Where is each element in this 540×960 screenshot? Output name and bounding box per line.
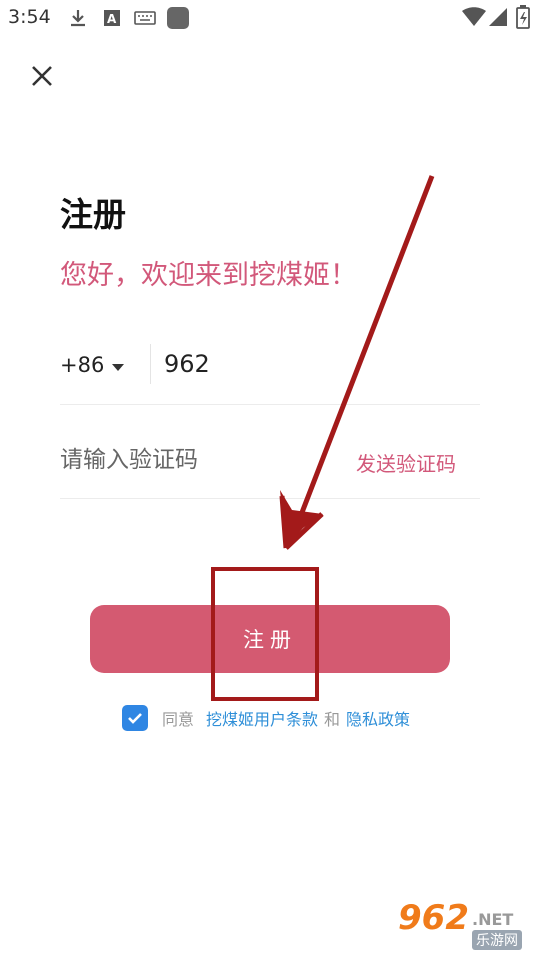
- welcome-message: 您好，欢迎来到挖煤姬！: [60, 260, 357, 291]
- verify-code-row: 发送验证码: [60, 424, 480, 499]
- page-title: 注册: [60, 195, 126, 234]
- font-icon: A: [103, 8, 121, 32]
- country-code-selector[interactable]: +86: [60, 350, 125, 380]
- watermark-number: 962: [398, 898, 469, 938]
- watermark-logo: 962 .NET 乐游网: [398, 898, 530, 952]
- status-time: 3:54: [8, 6, 51, 28]
- svg-text:A: A: [107, 12, 117, 26]
- keyboard-icon: [134, 8, 156, 32]
- agreement-and: 和: [324, 710, 341, 729]
- country-code-label: +86: [60, 353, 105, 377]
- status-bar: 3:54 A: [0, 0, 540, 36]
- agreement-row: 同意 挖煤姬用户条款 和 隐私政策: [122, 704, 410, 732]
- close-icon: [30, 64, 54, 92]
- verify-code-input[interactable]: [60, 442, 330, 478]
- app-square-icon: [166, 6, 190, 34]
- wifi-icon: [462, 7, 486, 31]
- battery-icon: [516, 5, 530, 33]
- agreement-checkbox[interactable]: [122, 705, 148, 731]
- watermark-net: .NET: [472, 910, 514, 929]
- divider: [150, 344, 151, 384]
- watermark-cn: 乐游网: [472, 930, 522, 950]
- signal-icon: [488, 7, 508, 31]
- close-button[interactable]: [24, 60, 60, 96]
- privacy-link[interactable]: 隐私政策: [346, 706, 410, 730]
- phone-row: +86: [60, 330, 480, 405]
- terms-link[interactable]: 挖煤姬用户条款: [206, 706, 318, 730]
- download-icon: [68, 8, 88, 32]
- annotation-box: [211, 567, 319, 701]
- caret-down-icon: [112, 353, 125, 377]
- agreement-prefix: 同意: [162, 710, 195, 729]
- check-icon: [128, 713, 142, 724]
- send-code-button[interactable]: 发送验证码: [356, 448, 456, 477]
- phone-number-input[interactable]: [164, 346, 464, 382]
